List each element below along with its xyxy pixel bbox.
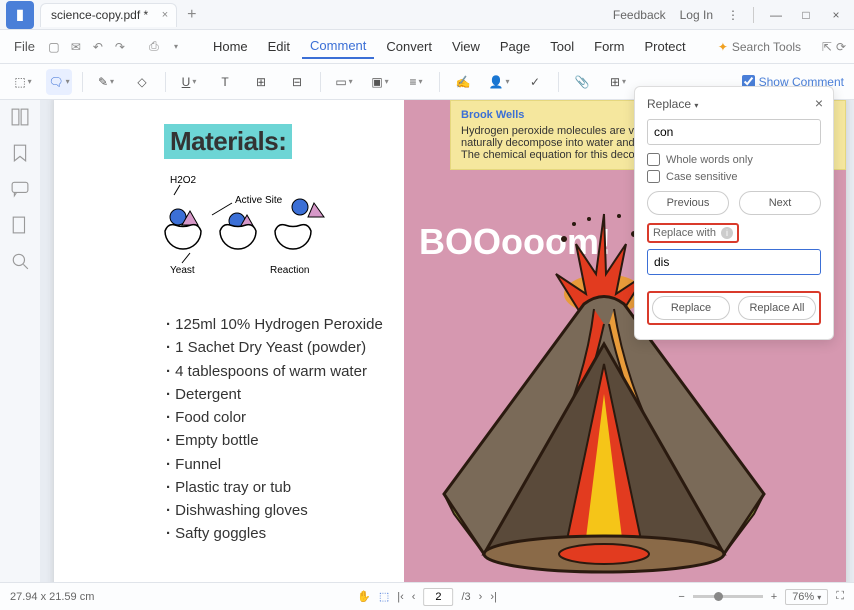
find-input[interactable] (647, 119, 821, 145)
list-item: 125ml 10% Hydrogen Peroxide (166, 313, 392, 336)
close-panel-icon[interactable]: × (815, 95, 823, 111)
maximize-icon[interactable]: □ (798, 8, 814, 22)
hand-tool-icon[interactable]: ✋ (357, 590, 371, 603)
select-tool[interactable]: ⬚▾ (10, 69, 36, 95)
list-item: Safty goggles (166, 522, 392, 545)
list-item: 4 tablespoons of warm water (166, 360, 392, 383)
stamp-tool[interactable]: ▣▾ (367, 69, 393, 95)
menu-view[interactable]: View (444, 35, 488, 58)
shape-tool[interactable]: ▭▾ (331, 69, 357, 95)
close-tab-icon[interactable]: × (162, 9, 168, 21)
first-page-icon[interactable]: |‹ (397, 591, 404, 603)
list-item: 1 Sachet Dry Yeast (powder) (166, 336, 392, 359)
text-tool[interactable]: T (212, 69, 238, 95)
materials-heading: Materials: (164, 124, 292, 159)
menu-edit[interactable]: Edit (260, 35, 298, 58)
replace-input[interactable] (647, 249, 821, 275)
menu-form[interactable]: Form (586, 35, 632, 58)
list-item: Funnel (166, 453, 392, 476)
mail-icon[interactable]: ✉ (67, 38, 85, 56)
tab-title: science-copy.pdf * (51, 8, 148, 22)
list-item: Dishwashing gloves (166, 499, 392, 522)
note-tool[interactable]: 🗨▾ (46, 69, 72, 95)
print-icon[interactable]: ⎙ (145, 38, 163, 56)
search-panel-icon[interactable] (11, 252, 29, 270)
select-mode-icon[interactable]: ⬚ (379, 590, 389, 603)
zoom-out-icon[interactable]: − (678, 591, 684, 603)
last-page-icon[interactable]: ›| (490, 591, 497, 603)
yeast-diagram: H2O2 Active Site (160, 171, 392, 281)
page-total: /3 (461, 591, 470, 603)
menu-tool[interactable]: Tool (542, 35, 582, 58)
minimize-icon[interactable]: — (768, 8, 784, 22)
list-item: Detergent (166, 383, 392, 406)
cloud-icon[interactable]: ⟳ (836, 40, 846, 54)
attach-tool[interactable]: 📎 (569, 69, 595, 95)
list-item: Food color (166, 406, 392, 429)
approve-tool[interactable]: ✓ (522, 69, 548, 95)
info-icon[interactable]: i (721, 227, 733, 239)
menu-comment[interactable]: Comment (302, 34, 374, 59)
redo-icon[interactable]: ↷ (111, 38, 129, 56)
undo-icon[interactable]: ↶ (89, 38, 107, 56)
label-reaction: Reaction (270, 265, 309, 276)
login-link[interactable]: Log In (680, 8, 713, 22)
menu-home[interactable]: Home (205, 35, 256, 58)
zoom-value[interactable]: 76% ▾ (785, 589, 828, 605)
materials-list: 125ml 10% Hydrogen Peroxide 1 Sachet Dry… (166, 313, 392, 546)
underline-tool[interactable]: U▾ (176, 69, 202, 95)
share-icon[interactable]: ⇱ (822, 40, 832, 54)
print-dropdown-icon[interactable]: ▾ (167, 38, 185, 56)
replace-panel: × Replace ▾ Whole words only Case sensit… (634, 86, 834, 340)
zoom-slider[interactable] (693, 595, 763, 598)
previous-button[interactable]: Previous (647, 191, 729, 215)
fit-icon[interactable]: ⛶ (836, 590, 844, 603)
page-input[interactable] (423, 588, 453, 606)
search-tools-input[interactable] (732, 40, 812, 54)
next-button[interactable]: Next (739, 191, 821, 215)
textbox-tool[interactable]: ⊞ (248, 69, 274, 95)
feedback-link[interactable]: Feedback (613, 8, 666, 22)
magic-icon[interactable]: ✦ (718, 40, 728, 54)
menu-convert[interactable]: Convert (378, 35, 440, 58)
stamp2-tool[interactable]: 👤▾ (486, 69, 512, 95)
document-tab[interactable]: science-copy.pdf * × (40, 3, 177, 27)
list-item: Empty bottle (166, 429, 392, 452)
replace-with-label: Replace with i (647, 223, 739, 243)
file-menu[interactable]: File (8, 39, 41, 54)
bookmark-icon[interactable] (11, 144, 29, 162)
menu-page[interactable]: Page (492, 35, 538, 58)
attachment-panel-icon[interactable] (11, 216, 29, 234)
label-h2o2: H2O2 (170, 175, 197, 186)
replace-all-button[interactable]: Replace All (738, 296, 816, 320)
new-tab-button[interactable]: + (187, 6, 196, 24)
measure-tool[interactable]: ≡▾ (403, 69, 429, 95)
zoom-in-icon[interactable]: + (771, 591, 777, 603)
thumbnails-icon[interactable] (11, 108, 29, 126)
replace-dropdown[interactable]: Replace ▾ (647, 97, 821, 111)
label-yeast: Yeast (170, 265, 195, 276)
save-icon[interactable]: ▢ (45, 38, 63, 56)
label-active-site: Active Site (235, 195, 283, 206)
close-window-icon[interactable]: × (828, 8, 844, 22)
case-sensitive-checkbox[interactable]: Case sensitive (647, 170, 821, 183)
app-icon: ▮ (6, 1, 34, 29)
replace-button[interactable]: Replace (652, 296, 730, 320)
whole-words-checkbox[interactable]: Whole words only (647, 153, 821, 166)
sign-tool[interactable]: ✍ (450, 69, 476, 95)
comment-panel-icon[interactable] (11, 180, 29, 198)
prev-page-icon[interactable]: ‹ (412, 591, 416, 603)
eraser-tool[interactable]: ◇ (129, 69, 155, 95)
menu-protect[interactable]: Protect (636, 35, 693, 58)
next-page-icon[interactable]: › (479, 591, 483, 603)
page-dimensions: 27.94 x 21.59 cm (10, 591, 94, 603)
more-icon[interactable]: ⋮ (727, 8, 739, 22)
highlight-tool[interactable]: ✎▾ (93, 69, 119, 95)
more-tools[interactable]: ⊞▾ (605, 69, 631, 95)
list-item: Plastic tray or tub (166, 476, 392, 499)
callout-tool[interactable]: ⊟ (284, 69, 310, 95)
